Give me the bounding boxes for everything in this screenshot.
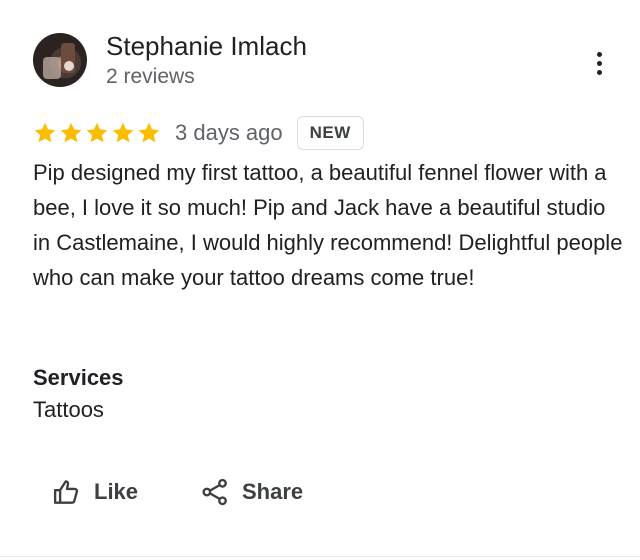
star-rating: [33, 121, 161, 145]
star-icon: [112, 122, 134, 143]
more-dot: [597, 52, 602, 57]
star-icon: [60, 122, 82, 143]
share-button[interactable]: Share: [200, 474, 303, 510]
star-icon: [138, 122, 160, 143]
more-dot: [597, 61, 602, 66]
more-dot: [597, 70, 602, 75]
services-heading: Services: [33, 365, 124, 390]
avatar[interactable]: [33, 33, 87, 87]
new-badge: NEW: [296, 116, 364, 150]
share-icon: [202, 478, 227, 506]
like-label: Like: [94, 479, 139, 504]
avatar-shape: [64, 61, 74, 71]
reviewer-review-count[interactable]: 2 reviews: [106, 64, 195, 90]
divider: [0, 556, 640, 557]
review-time: 3 days ago: [175, 120, 283, 145]
avatar-shape: [43, 57, 61, 79]
services-value: Tattoos: [33, 397, 104, 422]
share-label: Share: [242, 479, 304, 504]
rating-row: 3 days ago NEW: [33, 116, 364, 150]
thumb-up-icon: [53, 480, 79, 504]
like-button[interactable]: Like: [52, 474, 138, 510]
reviewer-name[interactable]: Stephanie Imlach: [106, 30, 307, 62]
more-options-icon[interactable]: [590, 50, 610, 78]
star-icon: [34, 122, 56, 143]
review-text: Pip designed my first tattoo, a beautifu…: [33, 160, 623, 290]
star-icon: [86, 122, 108, 143]
